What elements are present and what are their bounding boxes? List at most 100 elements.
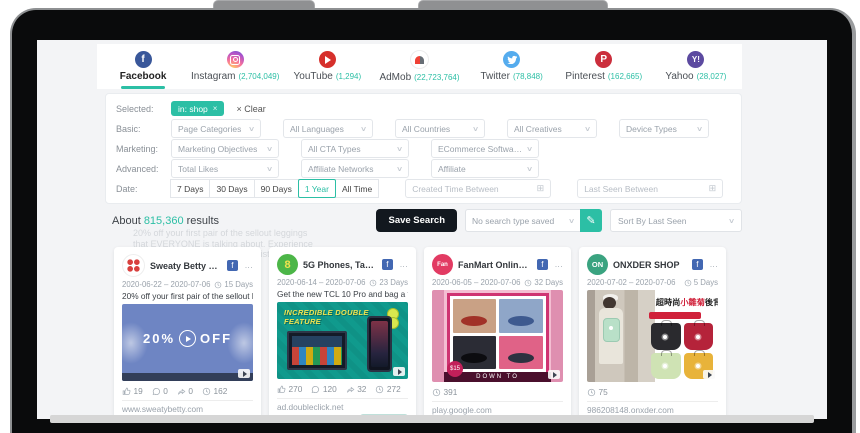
select-all-countries[interactable]: All Countries∨	[395, 119, 485, 138]
advertiser-name: FanMart Online Shopping - F...	[458, 260, 532, 270]
save-search-button[interactable]: Save Search	[376, 209, 457, 232]
edit-saved-search-button[interactable]: ✎	[580, 209, 602, 232]
ad-days: 32 Days	[534, 278, 563, 287]
ad-stats: 391	[432, 387, 563, 397]
filter-chip-in-shop[interactable]: in: shop ×	[171, 101, 224, 116]
pencil-icon: ✎	[586, 214, 595, 227]
tab-pinterest[interactable]: P Pinterest (162,665)	[558, 44, 650, 89]
phone-graphic	[367, 316, 392, 372]
creative-text: 後背包	[705, 298, 718, 307]
video-badge-icon	[548, 370, 560, 379]
ad-card-onxder[interactable]: ON ONXDER SHOP f ... 2020-07-02 – 2020-0…	[579, 247, 726, 419]
date-button-90-days[interactable]: 90 Days	[254, 179, 299, 198]
select-ecommerce-softwares[interactable]: ECommerce Softwares∨	[431, 139, 539, 158]
advertiser-name: 5G Phones, Tablets & SIMs | ...	[303, 260, 377, 270]
ad-card-fanmart[interactable]: Fan FanMart Online Shopping - F... f ...…	[424, 247, 571, 419]
facebook-icon: f	[537, 259, 548, 270]
ad-creative-image[interactable]: 超時尚小雛菊後背包	[587, 290, 718, 382]
date-button-7-days[interactable]: 7 Days	[170, 179, 210, 198]
select-affiliate[interactable]: Affiliate∨	[431, 159, 539, 178]
ad-domain: 986208148.onxder.com	[587, 401, 718, 415]
ad-creative-image[interactable]: $15 DOWN TO	[432, 290, 563, 382]
select-all-languages[interactable]: All Languages∨	[283, 119, 373, 138]
creative-text: 20%	[143, 331, 175, 346]
date-input-placeholder: Last Seen Between	[584, 184, 658, 194]
play-button-icon[interactable]	[179, 330, 196, 347]
tab-instagram[interactable]: Instagram(2,704,049)	[189, 44, 281, 89]
results-count-text: About 815,360 results	[112, 215, 219, 227]
select-value: All Countries	[402, 124, 450, 134]
clock-icon	[202, 387, 211, 396]
select-value: All Creatives	[514, 124, 562, 134]
ad-creative-image[interactable]: 20%OFF	[122, 304, 253, 381]
tab-label: Pinterest	[565, 71, 604, 82]
comment-icon	[311, 385, 320, 394]
ad-domain: play.google.com	[432, 401, 563, 415]
ad-stats: 270 120 32 272	[277, 384, 408, 394]
stat-value: 120	[323, 384, 337, 394]
select-all-creatives[interactable]: All Creatives ∨	[507, 119, 597, 138]
clear-filters-button[interactable]: × Clear	[236, 104, 265, 114]
tab-count: (28,027)	[697, 72, 727, 81]
select-device-types[interactable]: Device Types∨	[619, 119, 709, 138]
date-button-30-days[interactable]: 30 Days	[209, 179, 254, 198]
ad-stats: 75	[587, 387, 718, 397]
chevron-down-icon: ∨	[396, 145, 403, 153]
select-marketing-objectives[interactable]: Marketing Objectives∨	[171, 139, 279, 158]
saved-search-dropdown[interactable]: No search type saved∨	[465, 209, 580, 232]
youtube-icon	[319, 51, 336, 68]
app-screen: f Facebook Instagram(2,704,049) YouTube(…	[37, 40, 827, 419]
chevron-down-icon: ∨	[728, 217, 735, 225]
active-tab-underline	[121, 86, 165, 89]
created-time-between-input[interactable]: Created Time Between⊞	[405, 179, 551, 198]
stat-value: 270	[289, 384, 303, 394]
select-cta-types[interactable]: All CTA Types ∨	[301, 139, 409, 158]
creative-text: 超時尚	[656, 298, 681, 307]
last-seen-between-input[interactable]: Last Seen Between⊞	[577, 179, 723, 198]
tab-admob[interactable]: AdMob(22,723,764)	[373, 44, 465, 89]
date-button-all-time[interactable]: All Time	[335, 179, 379, 198]
chevron-down-icon: ∨	[584, 125, 591, 133]
tab-count: (162,665)	[608, 72, 642, 81]
twitter-icon	[503, 51, 520, 68]
ad-duration: 15 Days	[214, 280, 253, 289]
pinterest-icon: P	[595, 51, 612, 68]
select-value: All CTA Types	[308, 144, 361, 154]
tab-yahoo[interactable]: Y! Yahoo(28,027)	[650, 44, 742, 89]
clock-icon	[524, 279, 532, 287]
select-total-likes[interactable]: Total Likes∨	[171, 159, 279, 178]
ad-copy-text: 20% off your first pair of the sellout l…	[122, 291, 253, 301]
select-affiliate-networks[interactable]: Affiliate Networks∨	[301, 159, 409, 178]
filter-panel: Selected: in: shop × × Clear Basic: Page…	[105, 93, 742, 204]
ad-card-sweaty-betty[interactable]: Sweaty Betty London | Wom... f ... 2020-…	[114, 247, 261, 419]
tab-youtube[interactable]: YouTube(1,294)	[281, 44, 373, 89]
date-button-1-year[interactable]: 1 Year	[298, 179, 336, 198]
more-menu-icon[interactable]: ...	[710, 260, 718, 269]
ad-copy-text: Get the new TCL 10 Pro and bag a free TC…	[277, 289, 408, 299]
tab-facebook[interactable]: f Facebook	[97, 44, 189, 89]
device-frame: f Facebook Instagram(2,704,049) YouTube(…	[10, 8, 856, 433]
select-value: Marketing Objectives	[178, 144, 257, 154]
chip-remove-icon[interactable]: ×	[213, 104, 218, 113]
creative-text: 超時尚小雛菊後背包	[656, 296, 716, 308]
chevron-down-icon: ∨	[526, 145, 533, 153]
stat-value: 391	[444, 387, 458, 397]
select-page-categories[interactable]: Page Categories∨	[171, 119, 261, 138]
sort-value: Sort By Last Seen	[618, 216, 687, 226]
ad-card-ee-5g[interactable]: 8 5G Phones, Tablets & SIMs | ... f ... …	[269, 247, 416, 419]
price-badge: $15	[447, 361, 463, 377]
more-menu-icon[interactable]: ...	[555, 260, 563, 269]
more-menu-icon[interactable]: ...	[245, 261, 253, 270]
more-menu-icon[interactable]: ...	[400, 260, 408, 269]
creative-text: FEATURE	[284, 317, 321, 326]
ad-date-range: 2020-06-14 – 2020-07-06	[277, 278, 365, 287]
chevron-down-icon: ∨	[396, 165, 403, 173]
sort-dropdown[interactable]: Sort By Last Seen ∨	[610, 209, 742, 232]
ad-days: 5 Days	[694, 278, 718, 287]
ad-creative-image[interactable]: INCREDIBLE DOUBLEFEATURE	[277, 302, 408, 379]
tab-twitter[interactable]: Twitter(78,848)	[466, 44, 558, 89]
advertiser-avatar	[122, 254, 145, 277]
ad-domain: www.sweatybetty.com	[122, 400, 253, 414]
ad-cards-row: Sweaty Betty London | Wom... f ... 2020-…	[114, 247, 726, 419]
chip-label: in: shop	[178, 104, 208, 114]
